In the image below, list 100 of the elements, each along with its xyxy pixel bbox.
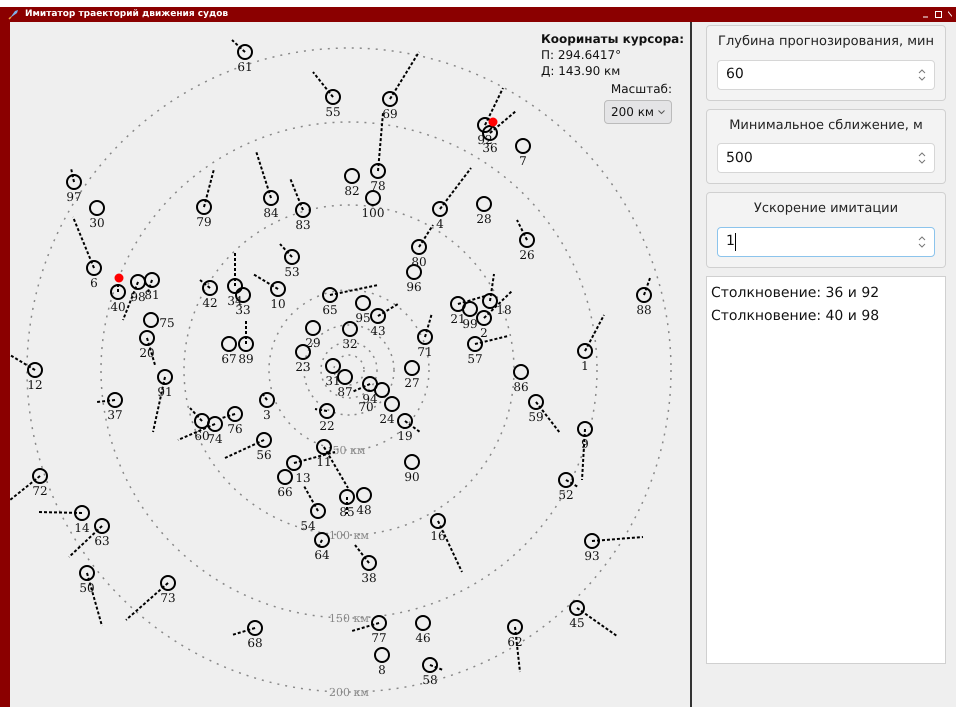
- ship-marker: [196, 168, 215, 215]
- cursor-bearing: П: 294.6417°: [541, 47, 622, 63]
- spin-arrows-icon[interactable]: [918, 68, 926, 82]
- ship-label: 75: [159, 316, 175, 330]
- ship-marker: [10, 468, 48, 501]
- ship-label: 82: [344, 184, 360, 198]
- ship-marker: [374, 647, 390, 663]
- ship-marker: [513, 364, 529, 380]
- ship-label: 38: [361, 571, 377, 585]
- spin-field[interactable]: 500: [717, 143, 935, 173]
- ship-marker: [422, 657, 444, 673]
- ship-label: 1: [581, 359, 589, 373]
- ship-label: 95: [355, 311, 371, 325]
- ship-label: 12: [27, 378, 43, 392]
- ship-marker: [584, 533, 644, 549]
- ship-marker: [507, 619, 523, 672]
- ship-label: 74: [207, 432, 223, 446]
- ship-marker: [476, 196, 492, 212]
- cursor-coords-title: Кооринаты курсора:: [541, 31, 684, 47]
- log-entry: Столкновение: 36 и 92: [711, 284, 880, 302]
- ship-marker: [139, 330, 156, 366]
- ship-label: 83: [295, 218, 311, 232]
- ship-label: 53: [284, 265, 300, 279]
- ship-label: 2: [480, 326, 488, 340]
- ship-label: 78: [370, 179, 386, 193]
- ship-label: 81: [144, 288, 160, 302]
- ship-label: 61: [237, 60, 253, 74]
- ship-label: 98: [130, 290, 146, 304]
- ship-marker: [255, 150, 279, 206]
- spin-value: 60: [726, 65, 744, 84]
- ship-marker: [199, 279, 218, 296]
- ship-marker: [528, 394, 561, 434]
- ship-marker: [279, 243, 300, 265]
- ship-label: 57: [467, 352, 483, 366]
- log-entry: Столкновение: 40 и 98: [711, 306, 880, 326]
- spin-arrows-icon[interactable]: [918, 234, 926, 248]
- ship-marker: [516, 220, 535, 248]
- ship-marker: [417, 312, 433, 345]
- ship-label: 55: [325, 105, 341, 119]
- ship-marker: [342, 321, 358, 337]
- spin-arrows-icon[interactable]: [918, 151, 926, 165]
- ship-label: 10: [270, 297, 286, 311]
- ship-label: 87: [337, 385, 353, 399]
- ship-marker: [289, 178, 311, 218]
- ship-label: 68: [247, 636, 263, 650]
- spin-field[interactable]: 1: [717, 226, 935, 256]
- maximize-icon[interactable]: [935, 11, 942, 18]
- ship-label: 73: [160, 591, 176, 605]
- ship-marker: [577, 314, 605, 359]
- ship-label: 59: [528, 410, 544, 424]
- ship-marker: [314, 532, 330, 548]
- cursor-distance: Д: 143.90 км: [541, 63, 622, 79]
- ship-marker: [314, 403, 335, 419]
- ship-marker: [259, 392, 275, 408]
- ship-marker: [231, 39, 253, 60]
- ship-label: 6: [90, 276, 98, 290]
- ship-marker: [404, 454, 420, 470]
- ship-label: 50: [79, 581, 95, 595]
- ship-label: 77: [371, 631, 387, 645]
- collision-marker: [488, 118, 498, 126]
- group-title: Ускорение имитации: [752, 200, 900, 218]
- ship-label: 13: [295, 471, 311, 485]
- group-title: Минимальное сближение, м: [728, 116, 924, 134]
- ship-label: 71: [417, 345, 433, 359]
- scale-dropdown[interactable]: 200 км: [604, 100, 672, 124]
- ship-marker: [125, 575, 176, 621]
- ship-marker: [430, 513, 463, 572]
- ship-label: 91: [157, 385, 173, 399]
- ship-marker: [354, 544, 377, 571]
- ship-label: 24: [379, 412, 395, 426]
- ship-label: 66: [277, 485, 293, 499]
- ship-marker: [312, 71, 341, 105]
- ship-label: 42: [202, 296, 218, 310]
- ship-label: 7: [519, 154, 527, 168]
- ship-label: 63: [94, 534, 110, 548]
- ship-label: 54: [300, 519, 316, 533]
- spin-value: 500: [726, 148, 753, 168]
- ship-marker: [467, 335, 508, 352]
- ship-label: 99: [462, 317, 478, 331]
- ship-marker: [411, 224, 434, 255]
- ship-label: 27: [404, 376, 420, 390]
- ship-label: 84: [263, 206, 279, 220]
- ship-label: 14: [74, 521, 90, 535]
- ship-marker: [224, 432, 272, 459]
- ship-label: 43: [370, 324, 386, 338]
- ship-label: 31: [325, 374, 341, 388]
- ship-marker: [636, 278, 652, 303]
- spin-field[interactable]: 60: [717, 60, 935, 90]
- group-title: Глубина прогнозирования, мин: [717, 33, 935, 51]
- ship-label: 9: [581, 437, 589, 451]
- chevron-down-icon: [658, 110, 665, 114]
- close-icon[interactable]: [948, 11, 952, 18]
- ship-marker: [344, 168, 360, 184]
- ship-label: 46: [415, 631, 431, 645]
- ship-label: 4: [436, 217, 444, 231]
- ship-label: 8: [378, 663, 386, 677]
- ship-label: 97: [66, 190, 82, 204]
- ship-label: 29: [305, 336, 321, 350]
- ship-marker: [152, 369, 173, 432]
- ship-marker: [404, 360, 420, 376]
